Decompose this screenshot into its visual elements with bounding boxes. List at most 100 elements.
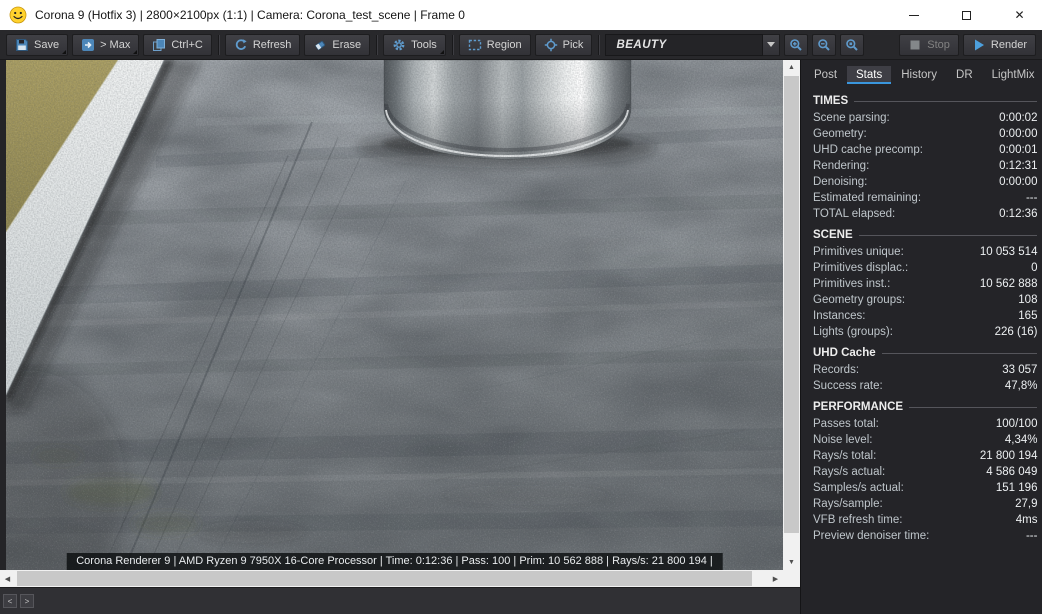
window-title: Corona 9 (Hotfix 3) | 2800×2100px (1:1) … — [35, 8, 465, 22]
render-statusbar: Corona Renderer 9 | AMD Ryzen 9 7950X 16… — [66, 553, 723, 570]
stat-row: Lights (groups): 226 (16) — [813, 324, 1037, 340]
stop-label: Stop — [927, 38, 950, 51]
stat-value: 10 053 514 — [979, 246, 1038, 258]
channel-dropdown-button[interactable] — [763, 33, 781, 56]
stat-row: Passes total: 100/100 — [813, 416, 1037, 432]
stat-label: Noise level: — [813, 434, 873, 446]
viewport-column: Corona Renderer 9 | AMD Ryzen 9 7950X 16… — [0, 60, 800, 614]
scroll-left-arrow[interactable]: ◀ — [0, 575, 15, 583]
stat-label: UHD cache precomp: — [813, 144, 923, 156]
gear-icon — [393, 39, 405, 50]
tab-lightmix[interactable]: LightMix — [983, 66, 1042, 84]
zoom-fit-icon — [846, 38, 859, 51]
stat-label: Denoising: — [813, 176, 868, 188]
tab-stats[interactable]: Stats — [847, 66, 892, 84]
stat-row: Geometry: 0:00:00 — [813, 126, 1037, 142]
stat-label: Rays/s actual: — [813, 466, 886, 478]
stat-row: Primitives unique: 10 053 514 — [813, 244, 1037, 260]
region-button[interactable]: Region — [458, 33, 531, 56]
stat-value: 0:00:00 — [999, 176, 1038, 188]
scroll-up-arrow[interactable]: ▲ — [783, 60, 800, 75]
stat-value: --- — [1025, 530, 1038, 542]
send-to-max-icon — [82, 38, 95, 51]
refresh-icon — [235, 38, 247, 50]
send-to-max-button[interactable]: > Max — [72, 33, 140, 56]
stat-label: Primitives displac.: — [813, 262, 909, 274]
stat-label: Geometry groups: — [813, 294, 906, 306]
zoom-in-icon — [790, 38, 803, 51]
toolbar-separator — [598, 34, 600, 55]
render-play-icon — [974, 39, 984, 50]
maximize-button[interactable] — [944, 0, 989, 30]
render-viewport[interactable]: Corona Renderer 9 | AMD Ryzen 9 7950X 16… — [6, 60, 783, 570]
horizontal-scroll-thumb[interactable] — [17, 571, 752, 586]
scroll-right-arrow[interactable]: ▶ — [768, 575, 783, 583]
tab-post[interactable]: Post — [805, 66, 846, 84]
stat-value: 165 — [1018, 310, 1038, 322]
tools-button[interactable]: Tools — [383, 33, 446, 56]
stat-value: 0:00:01 — [999, 144, 1038, 156]
zoom-in-button[interactable] — [784, 33, 809, 56]
stat-label: Instances: — [813, 310, 866, 322]
panel-tabs: Post Stats History DR LightMix — [801, 63, 1042, 84]
erase-button[interactable]: Erase — [304, 33, 371, 56]
stats-panel: TIMES Scene parsing: 0:00:02 Geometry: 0… — [801, 84, 1042, 544]
toolbar-separator — [451, 34, 453, 55]
save-button[interactable]: Save — [6, 33, 69, 56]
tools-label: Tools — [411, 38, 437, 51]
stat-label: Samples/s actual: — [813, 482, 904, 494]
stat-row: Success rate: 47,8% — [813, 378, 1037, 394]
tab-history[interactable]: History — [892, 66, 946, 84]
stat-label: Success rate: — [813, 380, 883, 392]
stat-label: TOTAL elapsed: — [813, 208, 896, 220]
nav-left-button[interactable]: < — [3, 594, 17, 608]
section-title: PERFORMANCE — [813, 401, 904, 413]
vertical-scroll-thumb[interactable] — [784, 76, 799, 533]
stat-row: Rays/sample: 27,9 — [813, 496, 1037, 512]
render-button[interactable]: Render — [962, 33, 1036, 56]
stat-value: 0:12:36 — [999, 208, 1038, 220]
horizontal-scrollbar[interactable]: ◀ ▶ — [0, 570, 800, 587]
stat-row: Geometry groups: 108 — [813, 292, 1037, 308]
side-panel: Post Stats History DR LightMix TIMES Scene p… — [800, 60, 1042, 614]
stat-label: Primitives inst.: — [813, 278, 891, 290]
pick-label: Pick — [562, 38, 584, 51]
section-rule — [909, 406, 1038, 408]
refresh-button[interactable]: Refresh — [224, 33, 301, 56]
zoom-fit-button[interactable] — [840, 33, 865, 56]
minimize-button[interactable] — [891, 0, 936, 30]
maximize-icon — [962, 10, 971, 20]
bottom-strip: < > — [0, 587, 800, 614]
stat-label: Estimated remaining: — [813, 192, 922, 204]
stat-value: 226 (16) — [994, 326, 1038, 338]
stat-label: Passes total: — [813, 418, 879, 430]
stats-section: PERFORMANCE Passes total: 100/100 Noise … — [813, 401, 1038, 544]
section-rule — [881, 352, 1038, 354]
stat-row: Records: 33 057 — [813, 362, 1037, 378]
scroll-down-arrow[interactable]: ▼ — [783, 555, 800, 570]
zoom-out-button[interactable] — [812, 33, 837, 56]
toolbar: Save > Max Ctrl+C Refresh Erase Tools Re… — [0, 30, 1042, 60]
tab-label: History — [901, 69, 938, 81]
main-content: Corona Renderer 9 | AMD Ryzen 9 7950X 16… — [0, 60, 1042, 614]
stat-value: 27,9 — [1015, 498, 1038, 510]
close-button[interactable]: ✕ — [997, 0, 1042, 30]
nav-right-button[interactable]: > — [20, 594, 34, 608]
stat-label: Rays/s total: — [813, 450, 877, 462]
stat-row: Estimated remaining: --- — [813, 190, 1037, 206]
stats-section: UHD Cache Records: 33 057 Success rate: … — [813, 347, 1038, 394]
vertical-scrollbar[interactable]: ▲ ▼ — [783, 60, 800, 570]
tab-dr[interactable]: DR — [947, 66, 982, 84]
titlebar[interactable]: Corona 9 (Hotfix 3) | 2800×2100px (1:1) … — [0, 0, 1042, 30]
minimize-icon — [908, 14, 919, 16]
stop-button[interactable]: Stop — [899, 33, 959, 56]
eraser-icon — [315, 40, 326, 50]
stat-row: VFB refresh time: 4ms — [813, 512, 1037, 528]
channel-value: BEAUTY — [605, 33, 764, 56]
zoom-out-icon — [818, 38, 831, 51]
channel-select[interactable]: BEAUTY — [605, 33, 781, 56]
copy-button[interactable]: Ctrl+C — [143, 33, 212, 56]
corona-vfb-window: Corona 9 (Hotfix 3) | 2800×2100px (1:1) … — [0, 0, 1042, 614]
pick-button[interactable]: Pick — [534, 33, 593, 56]
stat-row: UHD cache precomp: 0:00:01 — [813, 142, 1037, 158]
